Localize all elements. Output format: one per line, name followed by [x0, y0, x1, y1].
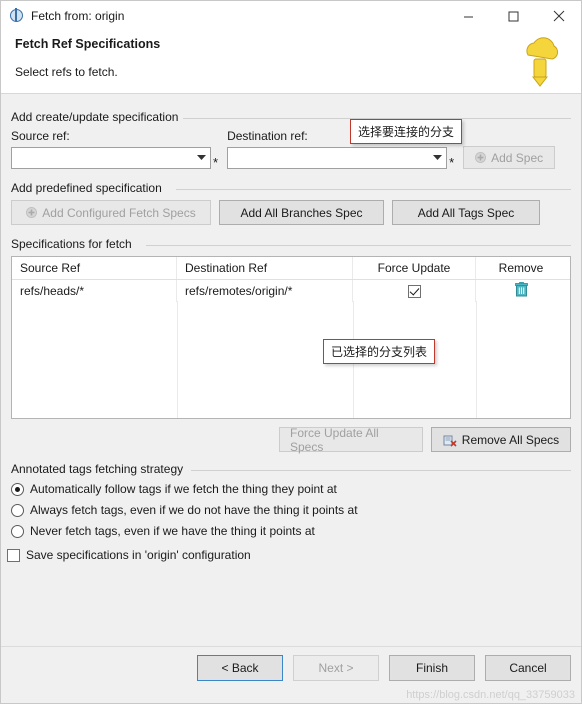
column-header-destination-ref[interactable]: Destination Ref	[177, 257, 353, 279]
dialog-header: Fetch Ref Specifications Select refs to …	[1, 31, 581, 93]
specifications-table[interactable]: Source Ref Destination Ref Force Update …	[11, 256, 571, 419]
save-specifications-label: Save specifications in 'origin' configur…	[26, 548, 251, 562]
remove-all-specs-label: Remove All Specs	[461, 432, 560, 447]
destination-ref-required-mark: *	[449, 155, 455, 170]
back-button-label: < Back	[221, 661, 259, 675]
source-ref-required-mark: *	[213, 155, 219, 170]
radio-always-fetch-tags[interactable]: Always fetch tags, even if we do not hav…	[11, 503, 571, 517]
maximize-icon[interactable]	[491, 1, 536, 31]
remove-all-specs-button[interactable]: Remove All Specs	[431, 427, 571, 452]
footer-buttons: < Back Next > Finish Cancel	[197, 655, 571, 681]
force-update-all-specs-button[interactable]: Force Update All Specs	[279, 425, 423, 454]
column-header-remove[interactable]: Remove	[476, 257, 566, 279]
source-ref-label: Source ref:	[11, 129, 70, 143]
add-configured-fetch-specs-label: Add Configured Fetch Specs	[42, 205, 196, 220]
add-icon	[475, 152, 487, 163]
save-specifications-checkbox[interactable]	[7, 548, 20, 562]
add-spec-button[interactable]: Add Spec	[463, 146, 556, 169]
close-icon[interactable]	[536, 1, 581, 31]
source-ref-combo[interactable]	[11, 147, 211, 169]
cell-remove[interactable]	[476, 280, 566, 302]
add-all-tags-spec-button[interactable]: Add All Tags Spec	[392, 200, 540, 225]
radio-indicator[interactable]	[11, 524, 24, 538]
column-header-force-update[interactable]: Force Update	[353, 257, 476, 279]
page-title: Fetch Ref Specifications	[15, 37, 161, 51]
predefined-group: Add predefined specification Add Configu…	[11, 181, 571, 225]
add-configured-fetch-specs-button[interactable]: Add Configured Fetch Specs	[11, 200, 211, 225]
predefined-group-label: Add predefined specification	[11, 181, 162, 195]
annotation-select-branch: 选择要连接的分支	[350, 119, 463, 144]
chevron-down-icon[interactable]	[429, 148, 446, 168]
remove-all-icon	[443, 433, 457, 447]
radio-auto-follow-tags[interactable]: Automatically follow tags if we fetch th…	[11, 482, 571, 496]
minimize-icon[interactable]	[446, 1, 491, 31]
next-button[interactable]: Next >	[293, 655, 379, 681]
save-specifications-checkbox-row[interactable]: Save specifications in 'origin' configur…	[7, 548, 571, 562]
radio-indicator[interactable]	[11, 482, 24, 496]
tags-strategy-group-label: Annotated tags fetching strategy	[11, 462, 184, 476]
add-all-branches-spec-button[interactable]: Add All Branches Spec	[219, 200, 384, 225]
fetch-dialog-window: Fetch from: origin Fetch Ref Specificati…	[0, 0, 582, 704]
radio-always-fetch-tags-label: Always fetch tags, even if we do not hav…	[30, 503, 358, 517]
tags-strategy-group: Annotated tags fetching strategy Automat…	[11, 462, 571, 538]
specifications-group: Specifications for fetch Source Ref Dest…	[11, 237, 571, 454]
cancel-button-label: Cancel	[509, 661, 547, 675]
cloud-download-icon	[517, 33, 563, 93]
column-header-source-ref[interactable]: Source Ref	[12, 257, 177, 279]
table-empty-area	[12, 301, 570, 418]
table-row[interactable]: refs/heads/* refs/remotes/origin/*	[12, 280, 570, 302]
radio-never-fetch-tags-label: Never fetch tags, even if we have the th…	[30, 524, 315, 538]
next-button-label: Next >	[318, 661, 354, 675]
table-header-row: Source Ref Destination Ref Force Update …	[12, 257, 570, 280]
watermark: https://blog.csdn.net/qq_33759033	[406, 689, 575, 701]
add-spec-label: Add Spec	[491, 150, 544, 165]
radio-never-fetch-tags[interactable]: Never fetch tags, even if we have the th…	[11, 524, 571, 538]
cell-source-ref: refs/heads/*	[12, 280, 177, 302]
finish-button[interactable]: Finish	[389, 655, 475, 681]
add-icon	[26, 207, 38, 218]
create-update-group: Add create/update specification Source r…	[11, 110, 571, 169]
create-update-group-label: Add create/update specification	[11, 110, 179, 124]
cancel-button[interactable]: Cancel	[485, 655, 571, 681]
window-controls	[446, 1, 581, 31]
chevron-down-icon[interactable]	[193, 148, 210, 168]
radio-indicator[interactable]	[11, 503, 24, 517]
title-bar: Fetch from: origin	[1, 1, 581, 31]
trash-icon[interactable]	[514, 282, 528, 300]
finish-button-label: Finish	[415, 661, 448, 675]
force-update-checkbox[interactable]	[407, 284, 421, 298]
page-subtitle: Select refs to fetch.	[15, 65, 118, 79]
add-all-branches-spec-label: Add All Branches Spec	[240, 205, 363, 220]
specifications-group-label: Specifications for fetch	[11, 237, 132, 251]
add-all-tags-spec-label: Add All Tags Spec	[417, 205, 515, 220]
dialog-body: Add create/update specification Source r…	[1, 94, 581, 562]
destination-ref-combo[interactable]	[227, 147, 448, 169]
annotation-selected-branch-list: 已选择的分支列表	[323, 339, 436, 364]
cell-force-update[interactable]	[353, 280, 476, 302]
source-ref-field: Source ref:	[11, 129, 211, 169]
back-button[interactable]: < Back	[197, 655, 283, 681]
force-update-all-specs-label: Force Update All Specs	[290, 425, 379, 454]
window-title: Fetch from: origin	[31, 9, 125, 23]
globe-icon	[9, 8, 25, 24]
cell-destination-ref: refs/remotes/origin/*	[177, 280, 353, 302]
dialog-footer: < Back Next > Finish Cancel https://blog…	[1, 646, 581, 703]
radio-auto-follow-tags-label: Automatically follow tags if we fetch th…	[30, 482, 337, 496]
